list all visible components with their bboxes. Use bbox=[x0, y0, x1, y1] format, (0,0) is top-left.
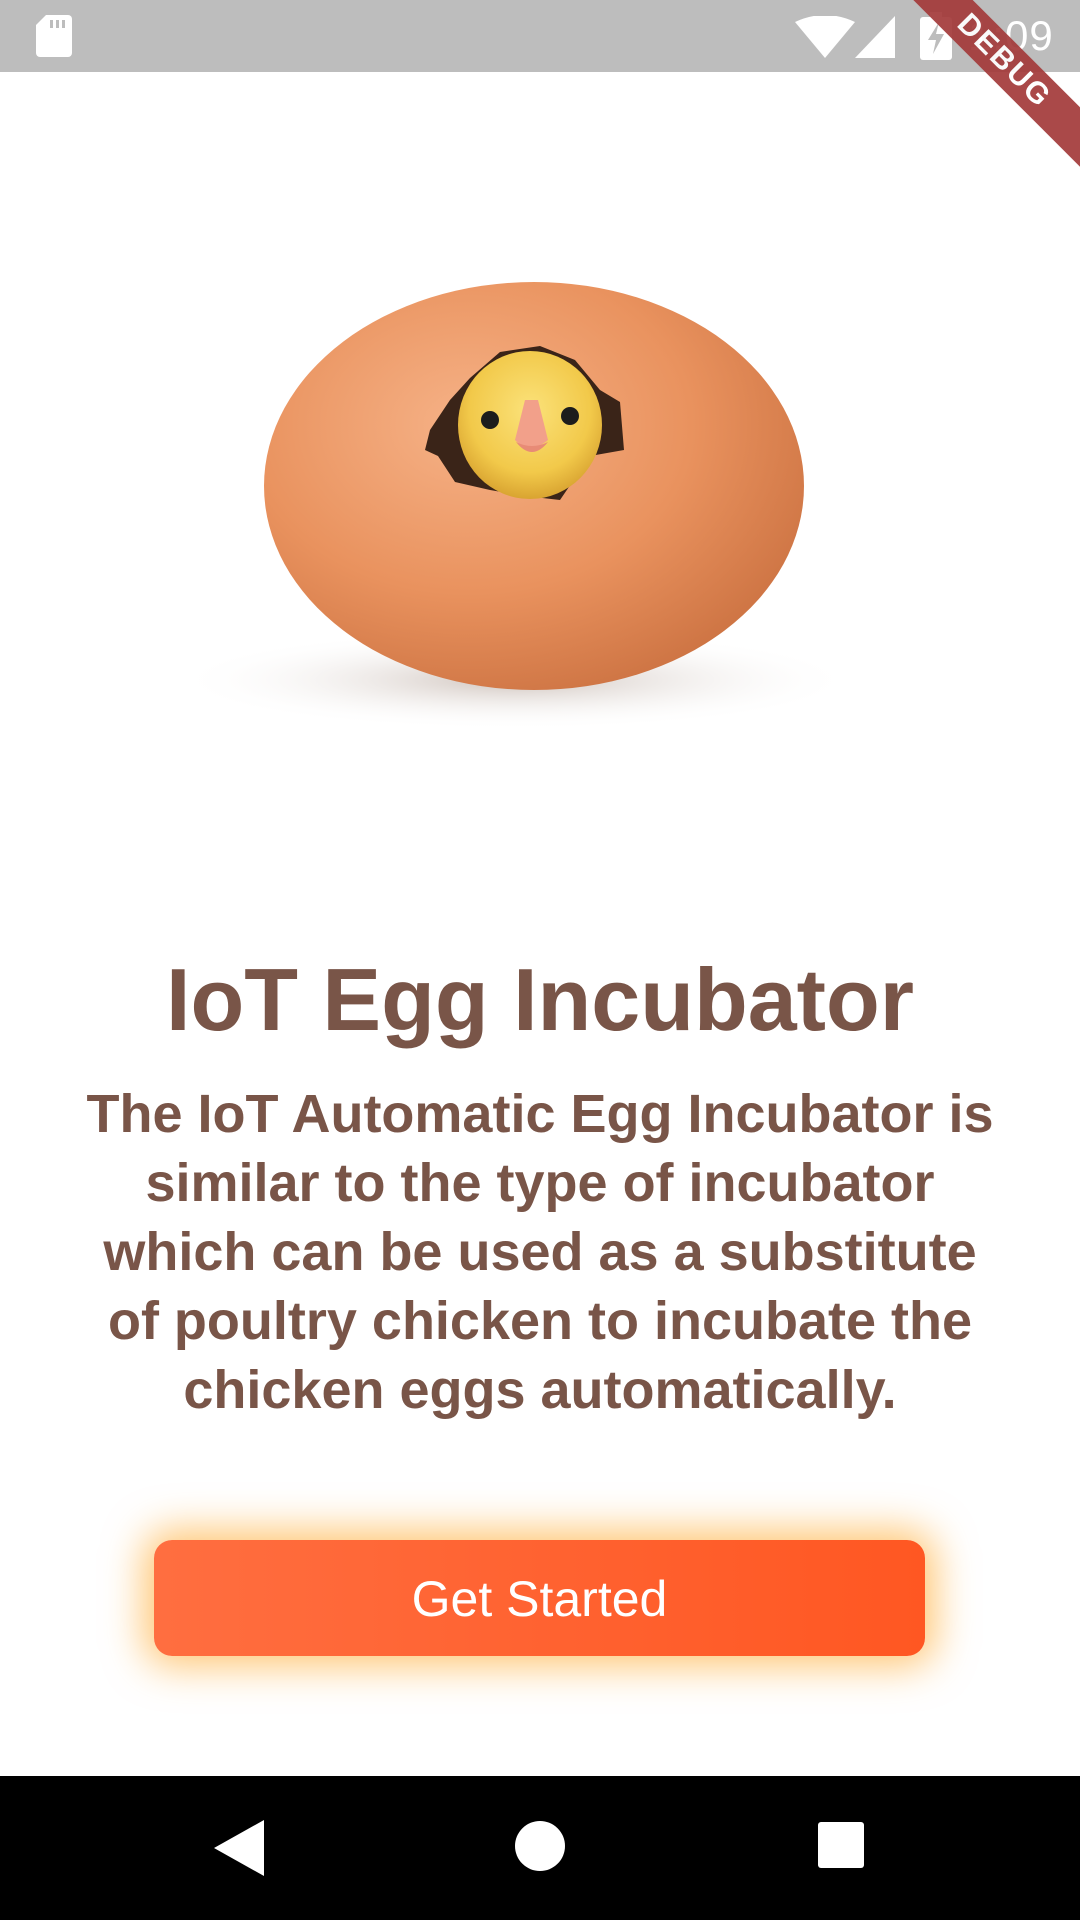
navigation-bar bbox=[0, 1776, 1080, 1920]
sd-card-icon bbox=[36, 15, 72, 57]
egg-chick-image bbox=[175, 282, 855, 730]
wifi-icon bbox=[795, 16, 855, 58]
screen: 1:09 DEBUG IoT Egg Incubator The IoT Aut… bbox=[0, 0, 1080, 1920]
page-title: IoT Egg Incubator bbox=[166, 950, 914, 1049]
get-started-button[interactable]: Get Started bbox=[154, 1540, 925, 1656]
home-icon[interactable] bbox=[514, 1820, 566, 1872]
back-icon[interactable] bbox=[214, 1820, 264, 1876]
description-text: The IoT Automatic Egg Incubator is simil… bbox=[86, 1084, 994, 1420]
status-bar: 1:09 bbox=[0, 0, 1080, 72]
cell-signal-icon bbox=[855, 16, 895, 58]
recents-icon[interactable] bbox=[818, 1822, 864, 1868]
